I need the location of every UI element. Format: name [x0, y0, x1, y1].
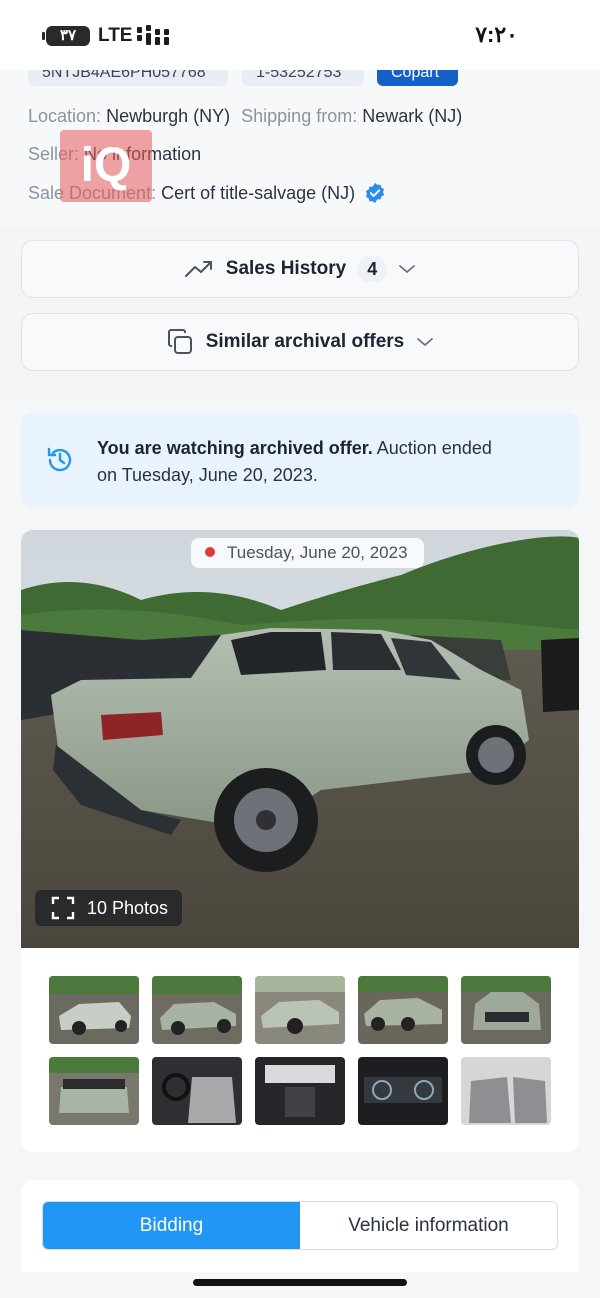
trending-up-icon [184, 261, 212, 277]
chevron-down-icon [417, 338, 434, 347]
clock: ۷:۲۰ [475, 22, 518, 47]
thumbnail-rear[interactable] [49, 1057, 139, 1125]
archived-offer-notice: You are watching archived offer. Auction… [21, 413, 579, 507]
auction-date: Tuesday, June 20, 2023 [227, 543, 408, 562]
verified-badge-icon [366, 182, 385, 204]
thumbnail-interior-driver[interactable] [152, 1057, 242, 1125]
signal-icon [137, 25, 169, 47]
fullscreen-icon [51, 896, 75, 920]
tab-switcher: Bidding Vehicle information [42, 1201, 558, 1250]
tab-bidding[interactable]: Bidding [43, 1202, 300, 1249]
photos-count-button[interactable]: 10 Photos [35, 890, 183, 926]
thumbnail-rear-seats[interactable] [461, 1057, 551, 1125]
sales-history-toggle[interactable]: Sales History 4 [21, 240, 579, 298]
photo-gallery-card: Tuesday, June 20, 2023 10 Photos [21, 530, 579, 1152]
battery-indicator: ۳۷ [42, 26, 90, 46]
thumbnail-front[interactable] [461, 976, 551, 1044]
sales-history-label: Sales History [225, 258, 347, 279]
notice-bold-text: You are watching archived offer. [97, 438, 373, 458]
site-watermark-logo: iQ [60, 130, 152, 202]
location-label: Location: [28, 106, 102, 126]
main-vehicle-photo[interactable] [21, 530, 579, 948]
thumbnail-front-right[interactable] [152, 976, 242, 1044]
thumbnail-rear-right[interactable] [255, 976, 345, 1044]
home-indicator[interactable] [193, 1279, 407, 1286]
location-row: Location: Newburgh (NY) Shipping from: N… [28, 106, 462, 127]
notice-text: You are watching archived offer. Auction… [97, 435, 497, 489]
sales-history-count: 4 [358, 256, 387, 282]
chevron-down-icon [399, 265, 416, 274]
thumbnail-dashboard[interactable] [255, 1057, 345, 1125]
bottom-tab-bar: Bidding Vehicle information [21, 1180, 579, 1272]
similar-offers-toggle[interactable]: Similar archival offers [21, 313, 579, 371]
history-icon [47, 447, 72, 472]
tab-vehicle-information[interactable]: Vehicle information [300, 1202, 557, 1249]
network-label: LTE [98, 25, 133, 46]
auction-date-pill: Tuesday, June 20, 2023 [191, 538, 424, 568]
copy-icon [167, 329, 192, 354]
location-value: Newburgh (NY) [106, 106, 231, 126]
shipping-label: Shipping from: [241, 106, 358, 126]
status-bar: ۳۷ LTE ۷:۲۰ [0, 0, 600, 70]
photos-count-label: 10 Photos [87, 898, 169, 918]
live-dot [205, 547, 215, 557]
similar-offers-label: Similar archival offers [205, 331, 405, 352]
shipping-value: Newark (NJ) [362, 106, 463, 126]
thumbnail-front-left[interactable] [49, 976, 139, 1044]
thumbnail-instrument-cluster[interactable] [358, 1057, 448, 1125]
thumbnail-side-right[interactable] [358, 976, 448, 1044]
sale-document-value: Cert of title-salvage (NJ) [161, 183, 356, 203]
app-screen: ۳۷ LTE ۷:۲۰ 5NTJB4AE6PH057768 1-53252753… [0, 0, 600, 1298]
